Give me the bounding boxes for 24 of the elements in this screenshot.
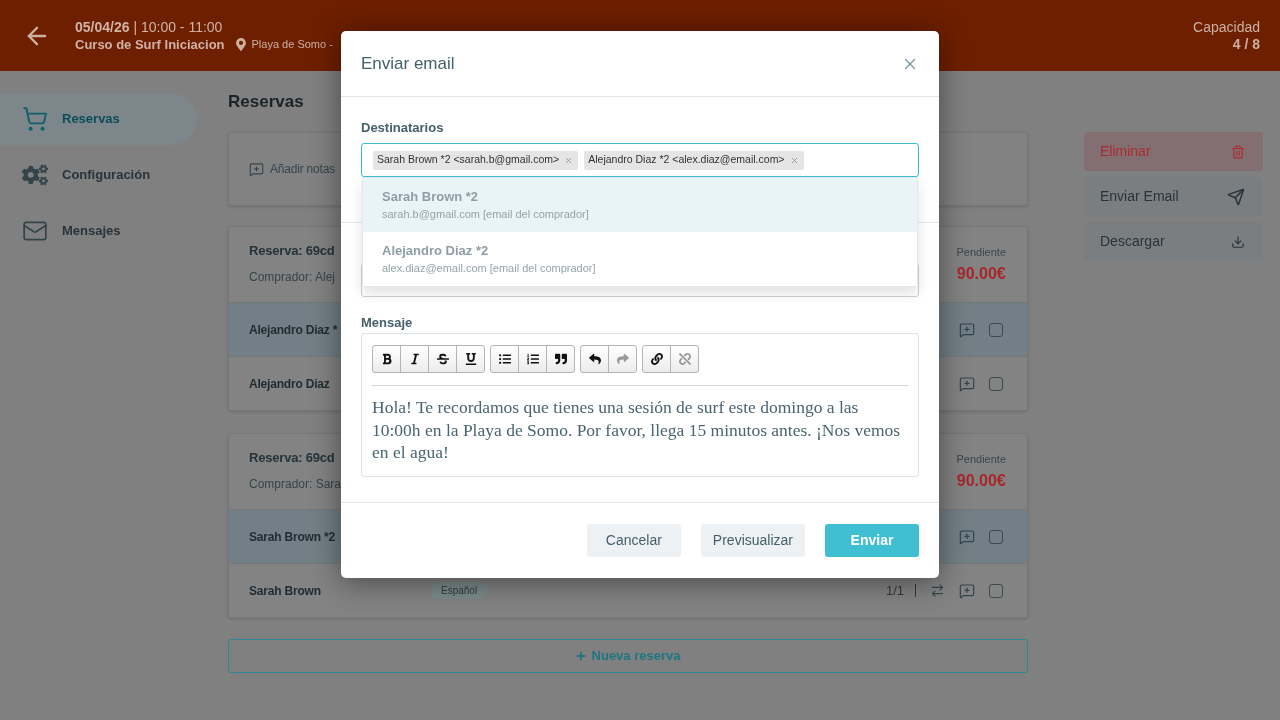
participant-name: Sarah Brown *2: [249, 528, 335, 546]
booking-title: Reserva: 69cd: [249, 242, 336, 260]
buyer-text: Comprador: Sara: [249, 476, 342, 492]
participant-name: Alejandro Diaz: [249, 375, 330, 393]
participant-name: Alejandro Diaz *: [249, 321, 338, 339]
capacity-value: 4 / 8: [1232, 35, 1260, 53]
dialog-title: Enviar email: [361, 52, 455, 75]
status-text: Pendiente: [956, 452, 1006, 466]
location-text: Playa de Somo -: [251, 36, 333, 52]
status-text: Pendiente: [956, 245, 1006, 259]
message-text: Hola! Te recordamos que tienes una sesión de surf este domingo a las 10:00h en la Playa de Somo. Por favor, llega 15 minutos antes. ¡Nos vemos en el agua!: [372, 396, 902, 464]
amount-text: 90.00€: [956, 471, 1006, 491]
participant-name: Sarah Brown: [249, 582, 321, 600]
buyer-text: Comprador: Alej: [249, 269, 336, 285]
field-label: Destinatarios: [361, 121, 445, 135]
language-tag: Español: [430, 582, 489, 599]
event-title: Curso de Surf Iniciacion: [75, 35, 225, 53]
ticket-count: 1/1: [885, 581, 904, 600]
capacity-label: Capacidad: [1193, 18, 1260, 36]
field-label: Mensaje: [361, 316, 414, 330]
section-title: Reservas: [228, 91, 305, 113]
event-date-time: 05/04/26 | 10:00 - 11:00: [75, 18, 224, 36]
amount-text: 90.00€: [956, 264, 1006, 284]
booking-title: Reserva: 69cd: [249, 449, 336, 467]
